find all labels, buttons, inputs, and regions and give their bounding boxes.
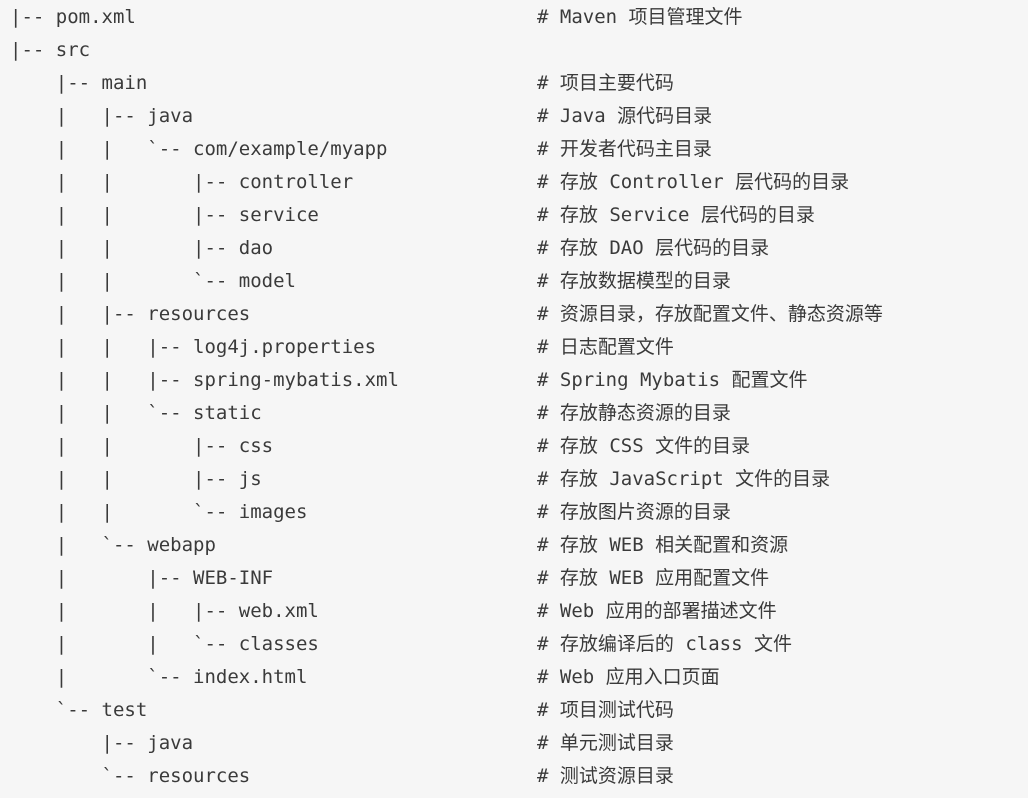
tree-path: | `-- index.html [10, 666, 308, 688]
tree-path: |-- java [10, 732, 194, 754]
tree-line: | | |-- log4j.properties # 日志配置文件 [0, 331, 1028, 364]
tree-comment: # 资源目录，存放配置文件、静态资源等 [537, 303, 883, 325]
tree-line: | | |-- js # 存放 JavaScript 文件的目录 [0, 463, 1028, 496]
tree-comment: # 存放编译后的 class 文件 [537, 633, 792, 655]
tree-line: | `-- webapp # 存放 WEB 相关配置和资源 [0, 529, 1028, 562]
tree-path: | | `-- classes [10, 633, 319, 655]
tree-comment: # Maven 项目管理文件 [537, 6, 743, 28]
tree-line: | | |-- service # 存放 Service 层代码的目录 [0, 199, 1028, 232]
tree-comment: # 单元测试目录 [537, 732, 674, 754]
tree-path: | |-- resources [10, 303, 251, 325]
tree-line: | | `-- model # 存放数据模型的目录 [0, 265, 1028, 298]
tree-line: | | |-- css # 存放 CSS 文件的目录 [0, 430, 1028, 463]
code-block: |-- pom.xml # Maven 项目管理文件 |-- src |-- ma… [0, 0, 1028, 798]
tree-comment: # 存放 WEB 应用配置文件 [537, 567, 770, 589]
tree-path: | | |-- web.xml [10, 600, 319, 622]
tree-line: | | |-- spring-mybatis.xml # Spring Mybat… [0, 364, 1028, 397]
tree-comment: # 存放静态资源的目录 [537, 402, 731, 424]
tree-line: | | |-- dao # 存放 DAO 层代码的目录 [0, 232, 1028, 265]
tree-path: | | |-- dao [10, 237, 274, 259]
tree-path: |-- main [10, 72, 148, 94]
tree-path: | | |-- js [10, 468, 262, 490]
tree-comment: # 存放 JavaScript 文件的目录 [537, 468, 831, 490]
tree-line: | | `-- static # 存放静态资源的目录 [0, 397, 1028, 430]
tree-line: | | |-- web.xml # Web 应用的部署描述文件 [0, 595, 1028, 628]
tree-path: |-- pom.xml [10, 6, 136, 28]
tree-comment: # 项目测试代码 [537, 699, 674, 721]
tree-comment: # 存放数据模型的目录 [537, 270, 731, 292]
tree-path: | | |-- log4j.properties [10, 336, 377, 358]
tree-line: | |-- WEB-INF # 存放 WEB 应用配置文件 [0, 562, 1028, 595]
tree-comment: # 存放 Service 层代码的目录 [537, 204, 815, 226]
tree-line: | | `-- com/example/myapp # 开发者代码主目录 [0, 133, 1028, 166]
tree-comment: # Java 源代码目录 [537, 105, 713, 127]
tree-path: | `-- webapp [10, 534, 216, 556]
tree-path: | | |-- service [10, 204, 319, 226]
tree-path: `-- test [10, 699, 148, 721]
tree-path: | | |-- spring-mybatis.xml [10, 369, 399, 391]
tree-line: | | |-- controller # 存放 Controller 层代码的目录 [0, 166, 1028, 199]
tree-path: | | `-- static [10, 402, 262, 424]
tree-comment: # 测试资源目录 [537, 765, 674, 787]
tree-comment: # 存放 DAO 层代码的目录 [537, 237, 770, 259]
tree-path: | |-- WEB-INF [10, 567, 274, 589]
tree-comment: # 开发者代码主目录 [537, 138, 712, 160]
tree-line: | | `-- classes # 存放编译后的 class 文件 [0, 628, 1028, 661]
tree-path: |-- src [10, 39, 91, 61]
tree-line: |-- java # 单元测试目录 [0, 727, 1028, 760]
tree-line: | |-- java # Java 源代码目录 [0, 100, 1028, 133]
tree-comment: # Spring Mybatis 配置文件 [537, 369, 808, 391]
tree-comment: # 存放 CSS 文件的目录 [537, 435, 751, 457]
tree-line: | |-- resources # 资源目录，存放配置文件、静态资源等 [0, 298, 1028, 331]
tree-comment: # Web 应用的部署描述文件 [537, 600, 777, 622]
tree-line: |-- pom.xml # Maven 项目管理文件 [0, 1, 1028, 34]
tree-path: | | |-- controller [10, 171, 354, 193]
tree-comment: # 存放 WEB 相关配置和资源 [537, 534, 789, 556]
tree-comment: # 日志配置文件 [537, 336, 674, 358]
tree-line: |-- main # 项目主要代码 [0, 67, 1028, 100]
tree-line: `-- test # 项目测试代码 [0, 694, 1028, 727]
tree-comment: # 存放图片资源的目录 [537, 501, 731, 523]
tree-path: `-- resources [10, 765, 251, 787]
tree-comment: # Web 应用入口页面 [537, 666, 720, 688]
tree-line: | `-- index.html # Web 应用入口页面 [0, 661, 1028, 694]
tree-path: | |-- java [10, 105, 194, 127]
tree-path: | | `-- com/example/myapp [10, 138, 388, 160]
tree-path: | | |-- css [10, 435, 274, 457]
tree-line: | | `-- images # 存放图片资源的目录 [0, 496, 1028, 529]
tree-path: | | `-- images [10, 501, 308, 523]
tree-line: `-- resources # 测试资源目录 [0, 760, 1028, 793]
tree-path: | | `-- model [10, 270, 296, 292]
tree-comment: # 存放 Controller 层代码的目录 [537, 171, 850, 193]
tree-line: |-- src [0, 34, 1028, 67]
tree-comment: # 项目主要代码 [537, 72, 674, 94]
